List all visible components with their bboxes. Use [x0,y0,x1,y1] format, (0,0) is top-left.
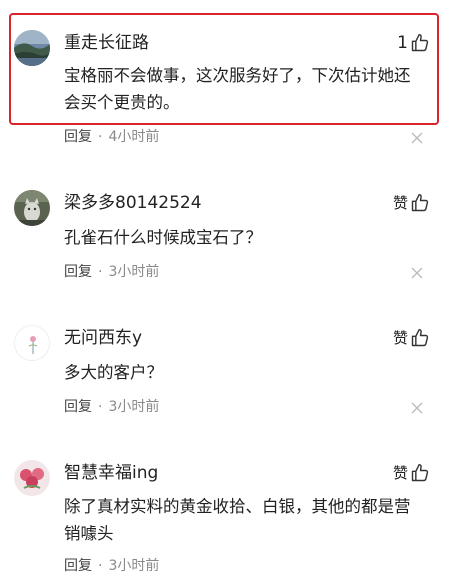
like-button[interactable]: 赞 [393,327,430,349]
username[interactable]: 无问西东y [64,327,142,349]
close-icon [411,267,423,279]
thumbs-up-icon [411,193,429,212]
comment-item: 梁多多80142524 赞 孔雀石什么时候成宝石了？ 回复 · 3小时前 [0,160,452,295]
timestamp: 3小时前 [108,399,160,415]
meta-separator: · [98,264,103,280]
reply-button[interactable]: 回复 [64,556,92,576]
meta-separator: · [98,558,103,574]
thumbs-up-icon [411,463,429,482]
roses-avatar-icon [14,460,50,496]
timestamp: 4小时前 [108,129,160,145]
comment-text: 孔雀石什么时候成宝石了？ [64,228,262,247]
close-icon [411,402,423,414]
comment-meta: 回复 · 3小时前 [64,556,159,576]
comment-meta: 回复 · 3小时前 [64,262,159,282]
like-button[interactable]: 赞 [393,192,430,214]
meta-separator: · [98,399,103,415]
cat-avatar-icon [14,190,50,226]
like-label: 赞 [392,329,408,347]
avatar[interactable] [14,190,50,226]
dismiss-button[interactable] [410,131,424,145]
avatar[interactable] [14,325,50,361]
reply-button[interactable]: 回复 [64,127,92,147]
reply-button[interactable]: 回复 [64,397,92,417]
thumbs-up-icon [411,328,429,347]
comment-text: 除了真材实料的黄金收拾、白银，其他的都是营销噱头 [64,497,411,543]
highlight-box [9,13,439,125]
avatar[interactable] [14,460,50,496]
comment-meta: 回复 · 4小时前 [64,127,159,147]
dismiss-button[interactable] [410,266,424,280]
timestamp: 3小时前 [108,558,160,574]
username[interactable]: 智慧幸福ing [64,462,158,484]
like-label: 赞 [392,194,408,212]
reply-button[interactable]: 回复 [64,262,92,282]
like-button[interactable]: 赞 [393,462,430,484]
dismiss-button[interactable] [410,401,424,415]
comment-item: 无问西东y 赞 多大的客户？ 回复 · 3小时前 [0,295,452,430]
comment-meta: 回复 · 3小时前 [64,397,159,417]
close-icon [411,132,423,144]
flower-sketch-avatar-icon [15,326,49,360]
username[interactable]: 梁多多80142524 [64,192,202,214]
meta-separator: · [98,129,103,145]
timestamp: 3小时前 [108,264,160,280]
comment-item: 智慧幸福ing 赞 除了真材实料的黄金收拾、白银，其他的都是营销噱头 回复 · … [0,430,452,574]
comment-text: 多大的客户？ [64,363,163,382]
like-label: 赞 [392,464,408,482]
